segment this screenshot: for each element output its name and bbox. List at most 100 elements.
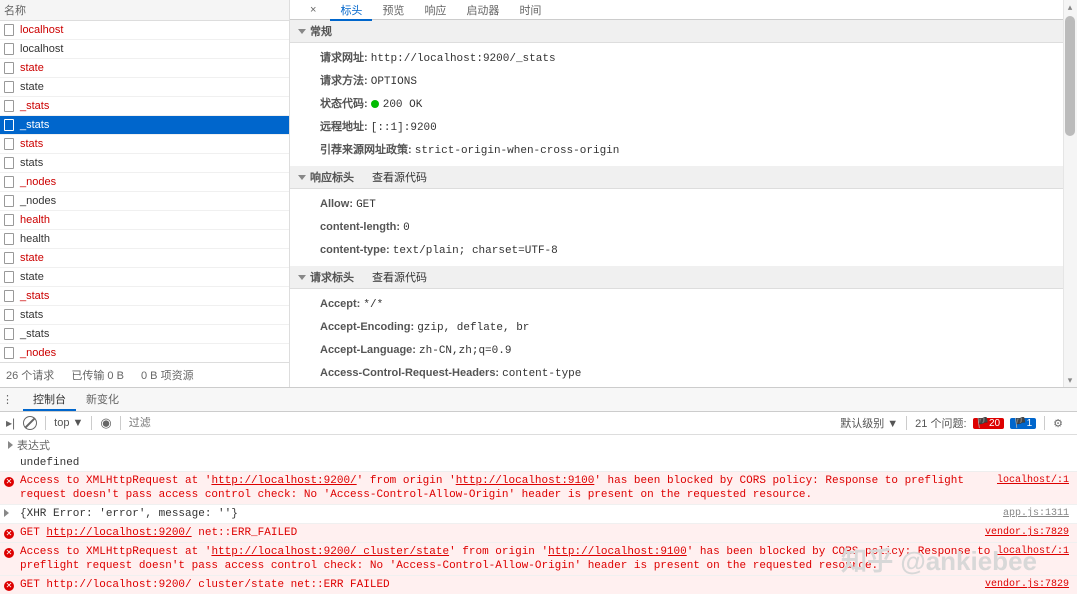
header-row: 引荐来源网址政策: strict-origin-when-cross-origi… xyxy=(290,139,1077,162)
error-icon: ✕ xyxy=(4,477,14,487)
request-label: localhost xyxy=(20,24,63,36)
request-details-panel: × 标头预览响应启动器时间 常规请求网址: http://localhost:9… xyxy=(290,0,1077,387)
request-label: _stats xyxy=(20,328,49,340)
detail-tab[interactable]: 时间 xyxy=(509,3,551,19)
detail-tab[interactable]: 启动器 xyxy=(456,3,509,19)
request-label: state xyxy=(20,252,44,264)
source-link[interactable]: vendor.js:7829 xyxy=(985,526,1069,540)
log-level-selector[interactable]: 默认级别 ▼ xyxy=(840,415,898,431)
issues-summary[interactable]: 21 个问题: 🏴 20 🏴 1 xyxy=(915,415,1036,431)
document-icon xyxy=(4,81,14,93)
document-icon xyxy=(4,290,14,302)
request-item[interactable]: _nodes xyxy=(0,192,289,211)
scroll-up-icon[interactable]: ▴ xyxy=(1063,0,1077,14)
sidebar-footer: 26 个请求 已传输 0 B 0 B 项资源 xyxy=(0,362,289,387)
request-label: stats xyxy=(20,309,43,321)
header-row: Allow: GET xyxy=(290,193,1077,216)
document-icon xyxy=(4,252,14,264)
request-item[interactable]: state xyxy=(0,78,289,97)
request-label: _stats xyxy=(20,119,49,131)
console-entry[interactable]: ✕localhost/:1Access to XMLHttpRequest at… xyxy=(0,543,1077,576)
header-row: Accept-Encoding: gzip, deflate, br xyxy=(290,316,1077,339)
detail-tab[interactable]: 预览 xyxy=(372,3,414,19)
section-header[interactable]: 请求标头查看源代码 xyxy=(290,266,1077,289)
detail-tab[interactable]: 响应 xyxy=(414,3,456,19)
request-item[interactable]: state xyxy=(0,268,289,287)
sidebar-header: 名称 xyxy=(0,0,289,21)
request-item[interactable]: state xyxy=(0,59,289,78)
request-item[interactable]: _stats xyxy=(0,116,289,135)
request-item[interactable]: _stats xyxy=(0,325,289,344)
drawer-tab[interactable]: 控制台 xyxy=(23,391,76,411)
request-item[interactable]: _nodes xyxy=(0,344,289,362)
document-icon xyxy=(4,176,14,188)
status-dot-icon xyxy=(371,100,379,108)
document-icon xyxy=(4,24,14,36)
document-icon xyxy=(4,100,14,112)
live-expression-icon[interactable]: ◉ xyxy=(100,415,111,431)
request-item[interactable]: localhost xyxy=(0,40,289,59)
source-link[interactable]: localhost/:1 xyxy=(997,545,1069,559)
detail-tab[interactable]: 标头 xyxy=(330,3,372,21)
request-list: localhostlocalhoststatestate_stats_stats… xyxy=(0,21,289,362)
console-entry[interactable]: ✕vendor.js:7829GET http://localhost:9200… xyxy=(0,576,1077,594)
source-link[interactable]: vendor.js:7829 xyxy=(985,578,1069,592)
request-label: state xyxy=(20,271,44,283)
console-entry[interactable]: app.js:1311{XHR Error: 'error', message:… xyxy=(0,505,1077,524)
error-icon: ✕ xyxy=(4,548,14,558)
request-item[interactable]: _stats xyxy=(0,97,289,116)
document-icon xyxy=(4,328,14,340)
drawer-tabs: ⋮ 控制台新变化 xyxy=(0,388,1077,412)
scrollbar[interactable]: ▴ ▾ xyxy=(1063,0,1077,387)
request-item[interactable]: stats xyxy=(0,135,289,154)
expand-icon xyxy=(4,509,9,517)
request-item[interactable]: _stats xyxy=(0,287,289,306)
info-count-badge: 🏴 1 xyxy=(1010,418,1036,429)
document-icon xyxy=(4,43,14,55)
header-row: content-length: 0 xyxy=(290,216,1077,239)
console-entry[interactable]: ✕vendor.js:7829GET http://localhost:9200… xyxy=(0,524,1077,543)
close-icon[interactable]: × xyxy=(310,4,316,16)
request-label: state xyxy=(20,62,44,74)
request-item[interactable]: stats xyxy=(0,306,289,325)
request-label: _nodes xyxy=(20,176,56,188)
console-entry[interactable]: ✕localhost/:1Access to XMLHttpRequest at… xyxy=(0,472,1077,505)
request-item[interactable]: state xyxy=(0,249,289,268)
caret-down-icon xyxy=(298,29,306,34)
header-row: content-type: text/plain; charset=UTF-8 xyxy=(290,239,1077,262)
drawer-menu-icon[interactable]: ⋮ xyxy=(2,393,13,406)
drawer-tab[interactable]: 新变化 xyxy=(76,391,129,409)
request-item[interactable]: health xyxy=(0,230,289,249)
view-source-link[interactable]: 查看源代码 xyxy=(372,269,427,285)
console-toolbar: ▸| top ▼ ◉ 默认级别 ▼ 21 个问题: 🏴 20 🏴 1 ⚙ xyxy=(0,412,1077,436)
toggle-sidebar-icon[interactable]: ▸| xyxy=(6,416,15,430)
console-filter-input[interactable] xyxy=(129,417,832,429)
caret-down-icon xyxy=(298,175,306,180)
clear-console-icon[interactable] xyxy=(23,416,37,430)
request-item[interactable]: _nodes xyxy=(0,173,289,192)
expression-row[interactable]: 表达式 xyxy=(0,435,1077,455)
section-header[interactable]: 常规 xyxy=(290,20,1077,43)
header-row: 状态代码: 200 OK xyxy=(290,93,1077,116)
request-item[interactable]: health xyxy=(0,211,289,230)
scroll-thumb[interactable] xyxy=(1065,16,1075,136)
expression-value: undefined xyxy=(0,455,1077,472)
request-item[interactable]: localhost xyxy=(0,21,289,40)
source-link[interactable]: localhost/:1 xyxy=(997,474,1069,488)
header-row: 请求方法: OPTIONS xyxy=(290,70,1077,93)
view-source-link[interactable]: 查看源代码 xyxy=(372,169,427,185)
request-label: health xyxy=(20,214,50,226)
request-item[interactable]: stats xyxy=(0,154,289,173)
context-selector[interactable]: top ▼ xyxy=(54,417,83,429)
source-link[interactable]: app.js:1311 xyxy=(1003,507,1069,521)
network-request-list: 名称 localhostlocalhoststatestate_stats_st… xyxy=(0,0,290,387)
scroll-down-icon[interactable]: ▾ xyxy=(1063,373,1077,387)
header-row: Access-Control-Request-Headers: content-… xyxy=(290,362,1077,385)
section-header[interactable]: 响应标头查看源代码 xyxy=(290,166,1077,189)
header-row: Accept: */* xyxy=(290,293,1077,316)
header-row: 请求网址: http://localhost:9200/_stats xyxy=(290,47,1077,70)
error-icon: ✕ xyxy=(4,581,14,591)
error-icon: ✕ xyxy=(4,529,14,539)
transferred-size: 已传输 0 B xyxy=(71,370,124,382)
settings-icon[interactable]: ⚙ xyxy=(1053,417,1063,430)
